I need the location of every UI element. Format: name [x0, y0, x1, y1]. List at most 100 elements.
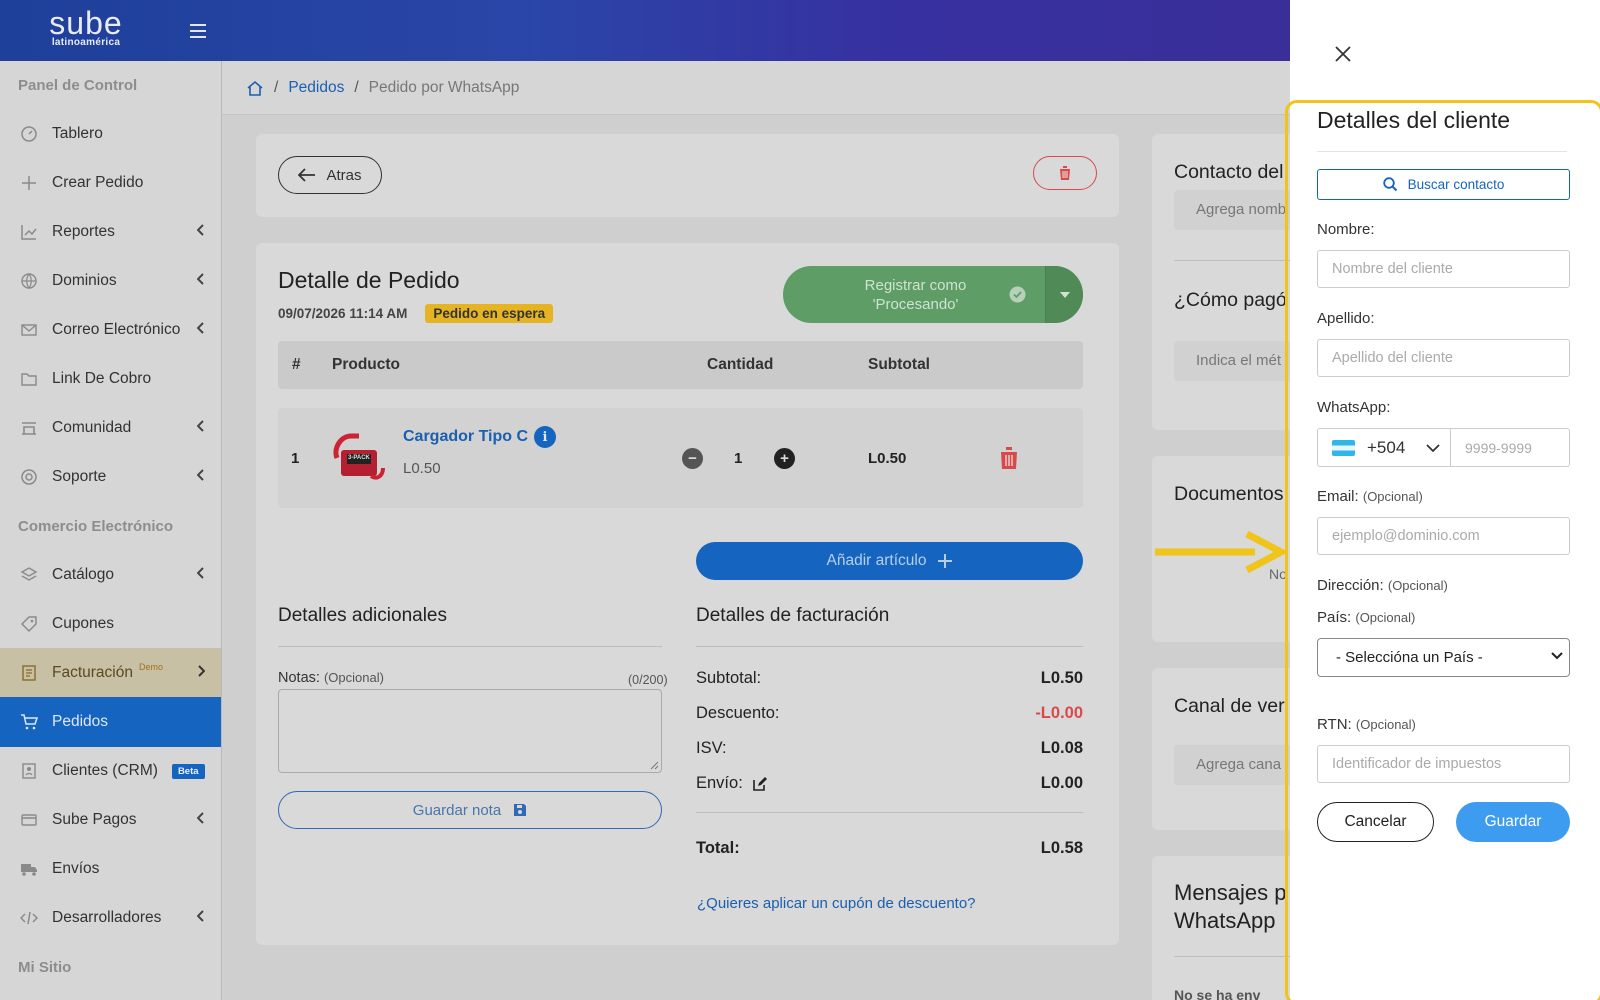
hamburger-menu-icon[interactable] — [190, 24, 206, 38]
trash-icon — [1059, 166, 1071, 180]
col-quantity: Cantidad — [707, 356, 774, 373]
increase-quantity-button[interactable]: + — [774, 448, 795, 469]
sidebar-item-label: Sube Pagos — [52, 811, 137, 828]
sales-channel-title: Canal de ver — [1174, 695, 1285, 717]
sidebar-item-facturacion[interactable]: Facturación Demo — [0, 648, 221, 698]
chart-icon — [21, 225, 37, 240]
row-subtotal: L0.50 — [868, 450, 907, 467]
edit-icon[interactable] — [752, 776, 768, 792]
status-badge: Pedido en espera — [425, 304, 554, 323]
notes-label-text: Notas: — [278, 670, 320, 686]
messages-title-line2: WhatsApp — [1174, 908, 1276, 933]
chevron-left-icon — [197, 910, 204, 922]
sidebar-item-correo[interactable]: Correo Electrónico — [0, 305, 221, 355]
chevron-left-icon — [197, 322, 204, 334]
sidebar-item-desarrolladores[interactable]: Desarrolladores — [0, 893, 221, 943]
sidebar-item-tablero[interactable]: Tablero — [0, 109, 221, 159]
arrow-right-icon — [1155, 530, 1287, 574]
save-note-button[interactable]: Guardar nota — [278, 791, 662, 829]
sidebar-item-link-de-cobro[interactable]: Link De Cobro — [0, 354, 221, 404]
billing-subtotal-row: Subtotal: L0.50 — [696, 669, 1083, 688]
remove-item-trash-icon[interactable] — [999, 446, 1019, 470]
register-main[interactable]: Registrar como 'Procesando' — [783, 266, 1048, 323]
logo-subtitle: latinoamérica — [51, 37, 121, 48]
breadcrumb-pedidos-link[interactable]: Pedidos — [288, 79, 344, 97]
home-icon[interactable] — [246, 79, 264, 97]
sidebar-section-title: Comercio Electrónico — [18, 518, 174, 535]
invoice-icon — [22, 665, 36, 681]
sidebar-item-sube-pagos[interactable]: Sube Pagos — [0, 795, 221, 845]
product-name-link[interactable]: Cargador Tipo C — [403, 428, 528, 446]
sidebar-section-title: Panel de Control — [18, 77, 138, 94]
col-subtotal: Subtotal — [868, 356, 930, 373]
breadcrumb-separator: / — [274, 79, 279, 96]
billing-details-title: Detalles de facturación — [696, 605, 890, 626]
close-icon[interactable] — [1335, 46, 1351, 62]
sidebar-item-comunidad[interactable]: Comunidad — [0, 403, 221, 453]
sidebar-item-clientes[interactable]: Clientes (CRM) Beta — [0, 746, 221, 796]
billing-label: Subtotal: — [696, 669, 762, 687]
sidebar-item-cupones[interactable]: Cupones — [0, 599, 221, 649]
breadcrumb-current: Pedido por WhatsApp — [368, 79, 520, 96]
save-note-label: Guardar nota — [412, 801, 502, 819]
row-index: 1 — [291, 450, 300, 467]
sidebar-item-label: Tablero — [52, 125, 103, 142]
sidebar-item-label: Envíos — [52, 860, 100, 877]
additional-details-title: Detalles adicionales — [278, 605, 447, 626]
apply-coupon-link[interactable]: ¿Quieres aplicar un cupón de descuento? — [697, 895, 976, 912]
sidebar-section-title: Mi Sitio — [18, 959, 72, 976]
sidebar-item-reportes[interactable]: Reportes — [0, 207, 221, 257]
notes-label: Notas: (Opcional) — [278, 670, 384, 686]
decrease-quantity-button[interactable]: − — [682, 448, 703, 469]
resize-handle-icon[interactable] — [650, 761, 659, 770]
divider — [696, 646, 1083, 647]
quantity-value: 1 — [734, 450, 743, 467]
messages-title-line1: Mensajes p — [1174, 880, 1287, 905]
sidebar: Panel de Control Tablero Crear Pedido Re… — [0, 61, 222, 1000]
billing-label: Descuento: — [696, 704, 780, 722]
sidebar-item-soporte[interactable]: Soporte — [0, 452, 221, 502]
logo-text: sube — [49, 5, 123, 41]
highlight-frame — [1285, 100, 1600, 1000]
code-icon — [20, 911, 38, 925]
billing-shipping-row: Envío: L0.00 — [696, 774, 1083, 793]
cart-icon — [21, 714, 38, 730]
billing-total-value: L0.58 — [1040, 839, 1083, 857]
notes-textarea[interactable] — [278, 689, 662, 773]
layers-icon — [20, 567, 38, 581]
notes-optional: (Opcional) — [323, 670, 384, 685]
product-image: 3-PACK — [331, 428, 387, 486]
order-detail-card: Detalle de Pedido 09/07/2026 11:14 AM Pe… — [256, 243, 1119, 945]
sidebar-item-catalogo[interactable]: Catálogo — [0, 550, 221, 600]
messages-empty-text: No se ha env — [1174, 987, 1261, 1000]
billing-value: L0.50 — [1040, 669, 1083, 687]
sidebar-item-label: Comunidad — [52, 419, 132, 436]
sidebar-item-label: Link De Cobro — [52, 370, 152, 387]
register-processing-button[interactable]: Registrar como 'Procesando' — [783, 266, 1083, 323]
notes-counter: (0/200) — [628, 673, 668, 687]
sidebar-item-dominios[interactable]: Dominios — [0, 256, 221, 306]
billing-label: ISV: — [696, 739, 727, 757]
sidebar-item-envios[interactable]: Envíos — [0, 844, 221, 894]
documents-card-title: Documentos — [1174, 483, 1284, 505]
chevron-left-icon — [197, 812, 204, 824]
sidebar-item-label: Cupones — [52, 615, 115, 632]
back-button[interactable]: Atras — [278, 156, 382, 194]
folder-icon — [21, 373, 37, 386]
dashboard-icon — [21, 126, 37, 142]
tag-icon — [20, 616, 37, 633]
sidebar-item-label: Facturación — [52, 664, 133, 681]
sidebar-item-crear-pedido[interactable]: Crear Pedido — [0, 158, 221, 208]
add-item-label: Añadir artículo — [826, 552, 927, 569]
register-dropdown-toggle[interactable] — [1045, 266, 1083, 323]
plus-icon — [938, 554, 953, 568]
info-icon[interactable]: i — [534, 426, 556, 448]
sidebar-item-pedidos[interactable]: Pedidos — [0, 697, 221, 747]
sube-logo[interactable]: sube latinoamérica — [46, 5, 126, 48]
chevron-left-icon — [197, 469, 204, 481]
table-row: 1 3-PACK Cargador Tipo C i L0.50 − 1 + L… — [278, 408, 1083, 508]
add-item-button[interactable]: Añadir artículo — [696, 542, 1083, 580]
sidebar-item-label: Crear Pedido — [52, 174, 144, 191]
delete-order-button[interactable] — [1033, 156, 1097, 190]
sidebar-item-label: Soporte — [52, 468, 107, 485]
